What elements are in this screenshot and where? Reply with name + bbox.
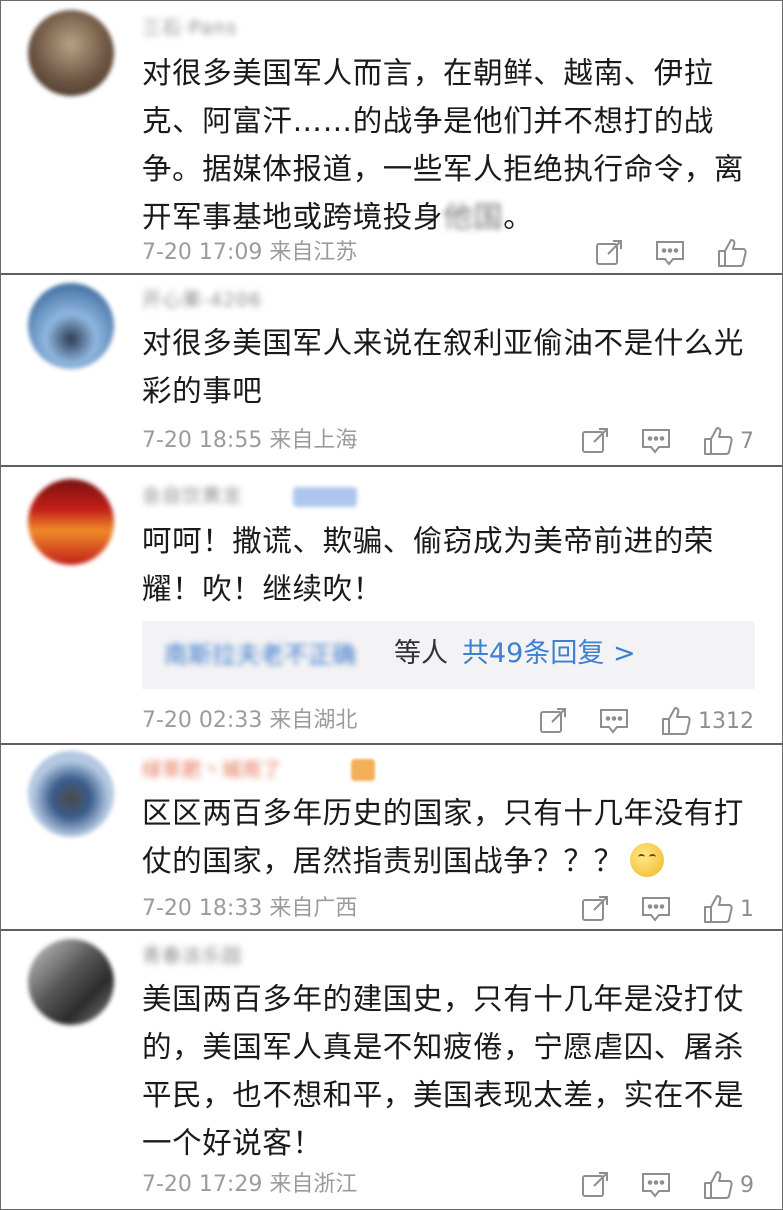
share-icon [540,708,566,733]
blurred-word: 他国 [443,200,504,234]
share-icon [582,896,608,921]
comment-actions: 1 [550,891,754,927]
like-count: 7 [740,428,754,454]
share-button[interactable] [538,706,568,736]
comment-meta: 7-20 18:33 来自广西 [142,896,358,921]
username[interactable]: 开心果-4206 [142,289,262,311]
comment-list: 三石·Pans 对很多美国军人而言，在朝鲜、越南、伊拉克、阿富汗……的战争是他们… [0,0,783,1210]
like-count: 1 [740,896,754,922]
username[interactable]: 绿草肥丶城雨了 [142,759,282,781]
username[interactable]: 青春派乐园 [142,945,242,967]
share-button[interactable] [580,894,610,924]
comment-meta: 7-20 17:09 来自江苏 [142,240,358,265]
share-button[interactable] [580,1170,610,1200]
comment-actions: 7 [550,423,754,459]
comment-icon [642,897,670,922]
view-replies-link[interactable]: 共49条回复 > [462,638,636,669]
thumbs-up-icon [704,1171,733,1199]
share-button[interactable] [580,426,610,456]
share-icon [596,240,622,265]
comment-item: 开心果-4206 对很多美国军人来说在叙利亚偷油不是什么光彩的事吧 7-20 1… [1,275,782,465]
thumbs-up-icon [662,707,691,735]
comment-text: 对很多美国军人来说在叙利亚偷油不是什么光彩的事吧 [142,326,745,408]
comment-icon [642,1173,670,1198]
like-button[interactable] [716,237,754,269]
share-icon [582,428,608,453]
reply-summary-text: 等人 共49条回复 > [394,638,636,669]
crown-icon [351,759,375,781]
avatar[interactable] [28,10,114,96]
comment-meta: 7-20 02:33 来自湖北 [142,708,358,733]
comment-icon [656,241,684,266]
avatar[interactable] [28,479,114,565]
share-button[interactable] [594,238,624,268]
comment-button[interactable] [640,894,672,924]
comment-icon [642,429,670,454]
comment-meta: 7-20 18:55 来自上海 [142,428,358,453]
reply-usernames[interactable]: 南斯拉夫老不正确 [164,640,356,670]
comment-icon [600,709,628,734]
comment-text: 对很多美国军人而言，在朝鲜、越南、伊拉克、阿富汗……的战争是他们并不想打的战争。… [142,49,767,241]
comment-button[interactable] [640,426,672,456]
share-icon [582,1172,608,1197]
avatar[interactable] [28,283,114,369]
comment-item: 三石·Pans 对很多美国军人而言，在朝鲜、越南、伊拉克、阿富汗……的战争是他们… [1,1,782,273]
avatar[interactable] [28,751,114,837]
comment-item: 绿草肥丶城雨了 区区两百多年历史的国家，只有十几年没有打仗的国家，居然指责别国战… [1,745,782,929]
like-button[interactable]: 1312 [660,705,754,737]
comment-text: 美国两百多年的建国史，只有十几年是没打仗的，美国军人真是不知疲倦，宁愿虐囚、屠杀… [142,982,745,1160]
like-button[interactable]: 1 [702,893,754,925]
comment-item: 会自饮黄龙 呵呵！撒谎、欺骗、偷窃成为美帝前进的荣耀！吹！继续吹！ 南斯拉夫老不… [1,467,782,743]
comment-meta: 7-20 17:29 来自浙江 [142,1172,358,1197]
avatar[interactable] [28,939,114,1025]
like-button[interactable]: 9 [702,1169,754,1201]
comment-button[interactable] [654,238,686,268]
like-button[interactable]: 7 [702,425,754,457]
comment-text: 呵呵！撒谎、欺骗、偷窃成为美帝前进的荣耀！吹！继续吹！ [142,524,714,606]
thumbs-up-icon [704,895,733,923]
comment-actions: 1312 [508,703,754,739]
username[interactable]: 会自饮黄龙 [142,485,242,507]
reply-summary[interactable]: 南斯拉夫老不正确 等人 共49条回复 > [142,621,755,689]
like-count: 9 [740,1172,754,1198]
comment-item: 青春派乐园 美国两百多年的建国史，只有十几年是没打仗的，美国军人真是不知疲倦，宁… [1,931,782,1209]
comment-button[interactable] [640,1170,672,1200]
comment-actions [564,235,754,271]
member-badge [293,487,357,507]
thumbs-up-icon [718,239,747,267]
comment-button[interactable] [598,706,630,736]
comment-actions: 9 [550,1167,754,1203]
thinking-emoji-icon [629,843,664,877]
like-count: 1312 [698,708,754,734]
thumbs-up-icon [704,427,733,455]
username[interactable]: 三石·Pans [142,17,237,39]
comment-text: 区区两百多年历史的国家，只有十几年没有打仗的国家，居然指责别国战争？？？ [142,796,745,878]
